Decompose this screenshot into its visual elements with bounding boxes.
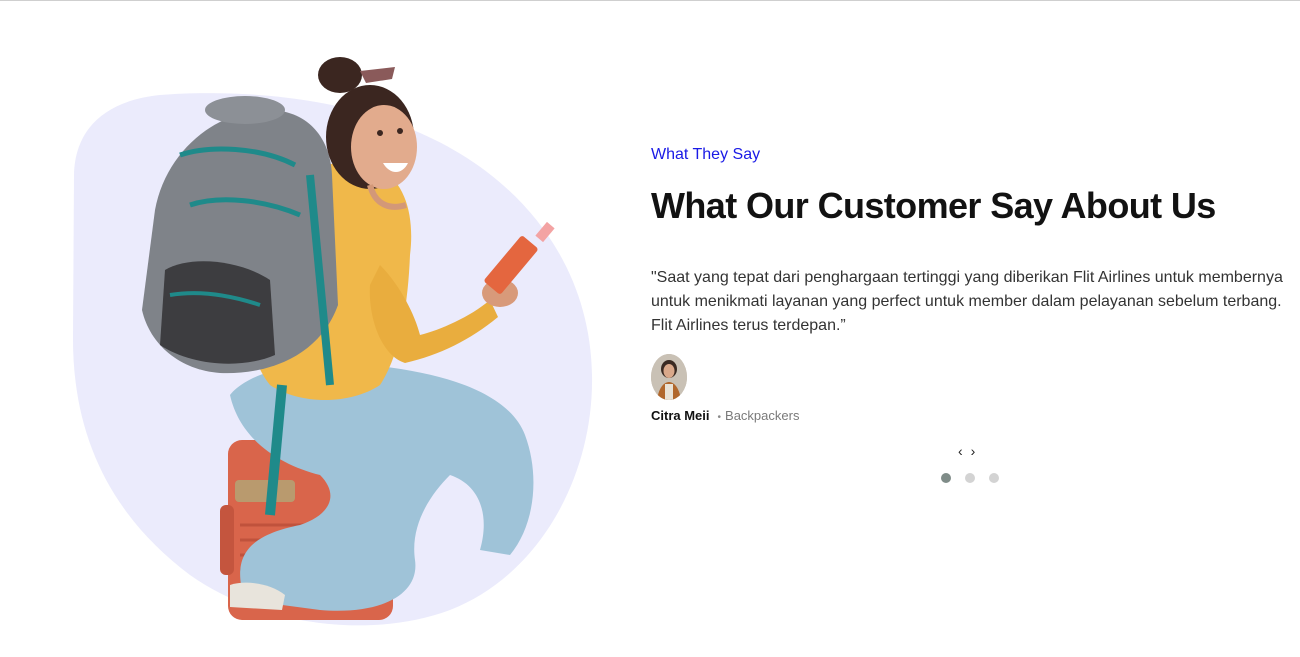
author-name: Citra Meii (651, 408, 710, 423)
author-role: Backpackers (725, 408, 800, 423)
testimonial-quote: "Saat yang tepat dari penghargaan tertin… (651, 269, 1283, 334)
author-separator: • (717, 412, 722, 423)
carousel-dot-3[interactable] (989, 473, 999, 483)
hero-illustration (70, 55, 630, 630)
carousel-dot-1[interactable] (941, 473, 951, 483)
chevron-right-icon[interactable]: › (971, 443, 976, 459)
section-headline: What Our Customer Say About Us (651, 185, 1216, 226)
carousel-dots (941, 473, 999, 483)
avatar (651, 354, 687, 400)
carousel-nav: ‹ › (958, 443, 975, 459)
backpacker-illustration (72, 57, 593, 626)
section-eyebrow: What They Say (651, 146, 761, 163)
carousel-dot-2[interactable] (965, 473, 975, 483)
avatar-image (651, 354, 687, 400)
testimonial-section: What They Say What Our Customer Say Abou… (651, 140, 1291, 426)
top-divider (0, 0, 1300, 1)
chevron-left-icon[interactable]: ‹ (958, 443, 963, 459)
author-info: Citra Meii • Backpackers (651, 408, 1291, 426)
